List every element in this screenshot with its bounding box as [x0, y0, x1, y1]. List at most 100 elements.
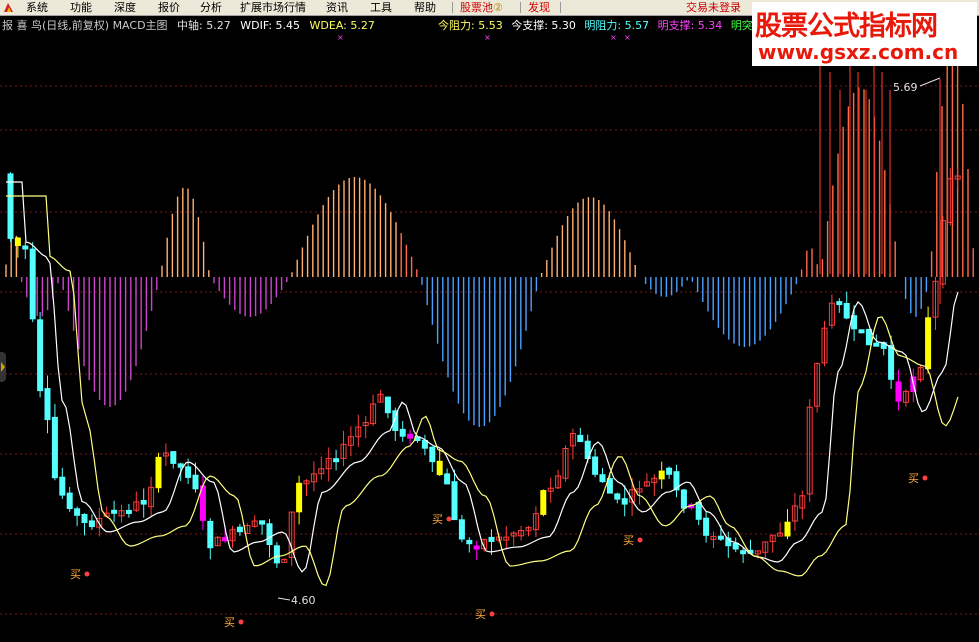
candle-body: [599, 474, 606, 483]
app-logo-icon: [4, 3, 13, 12]
candle-body: [29, 248, 36, 320]
candle-body: [858, 329, 865, 334]
menu-item[interactable]: 帮助: [414, 0, 436, 15]
menu-item[interactable]: 资讯: [326, 0, 348, 15]
candle-body: [296, 482, 303, 513]
menu-separator: [520, 2, 521, 13]
candle-body: [592, 456, 599, 475]
stock-title: 报 喜 鸟(日线,前复权) MACD主图: [2, 19, 168, 32]
ma-line-fast: [6, 181, 959, 573]
candle-body: [666, 467, 673, 475]
expand-panel-handle[interactable]: [0, 352, 6, 382]
candle-body: [44, 388, 51, 421]
candle-body: [473, 545, 480, 550]
candle-body: [407, 433, 414, 439]
zhongzhou-value: 中轴: 5.27: [177, 19, 231, 32]
signal-marker-icon: ×: [624, 34, 631, 42]
candle-body: [66, 492, 73, 510]
candle-body: [458, 519, 465, 540]
candle-body: [843, 303, 850, 319]
buy-signal-dot: [637, 537, 643, 543]
menu-item[interactable]: 分析: [200, 0, 222, 15]
candle-body: [14, 237, 21, 247]
wdif-value: WDIF: 5.45: [240, 19, 301, 32]
candle-body: [22, 245, 29, 250]
trade-login-status[interactable]: 交易未登录: [686, 0, 741, 15]
menu-item[interactable]: 工具: [370, 0, 392, 15]
candle-body: [177, 463, 184, 468]
watermark-url: www.gsxz.com.cn: [758, 40, 959, 64]
signal-marker-icon: ×: [337, 34, 344, 42]
candle-body: [614, 493, 621, 500]
candle-body: [444, 473, 451, 485]
low-price-label: 4.60: [291, 594, 316, 607]
candle-body: [155, 456, 162, 489]
candle-body: [333, 458, 340, 463]
candle-body: [451, 481, 458, 521]
candle-body: [873, 342, 880, 347]
wdea-value: WDEA: 5.27: [309, 19, 375, 32]
today-resistance: 今阻力: 5.53: [438, 19, 503, 32]
buy-signal-dot: [489, 611, 495, 617]
candle-body: [140, 500, 147, 505]
candle-body: [111, 509, 118, 514]
candle-body: [74, 508, 81, 516]
candle-body: [266, 523, 273, 545]
candle-body: [51, 416, 58, 479]
candle-body: [703, 517, 710, 536]
candle-body: [125, 509, 132, 514]
menu-item[interactable]: 深度: [114, 0, 136, 15]
candle-body: [888, 345, 895, 380]
stock-pool-count-badge: ②: [493, 1, 503, 14]
kline-chart[interactable]: 5.694.60买买买买买买× × × ×: [0, 34, 979, 642]
tomorrow-resistance: 明阻力: 5.57: [584, 19, 650, 32]
buy-signal-dot: [84, 571, 90, 577]
candle-body: [836, 301, 843, 306]
menu-item[interactable]: 功能: [70, 0, 92, 15]
candle-body: [865, 328, 872, 346]
buy-signal-label: 买: [432, 513, 443, 526]
discover-menu[interactable]: 发现: [528, 0, 550, 15]
menu-item[interactable]: 系统: [26, 0, 48, 15]
buy-signal-label: 买: [908, 472, 919, 485]
candle-body: [59, 476, 66, 496]
signal-marker-icon: ×: [610, 34, 617, 42]
watermark-title: 股票公式指标网: [755, 11, 938, 42]
buy-signal-label: 买: [623, 534, 634, 547]
candle-body: [399, 428, 406, 437]
candle-body: [732, 542, 739, 550]
high-price-label: 5.69: [893, 81, 918, 94]
menu-item[interactable]: 扩展市场行情: [240, 0, 306, 15]
candle-body: [717, 535, 724, 540]
support-resistance-bar: 今阻力: 5.53 今支撑: 5.30 明阻力: 5.57 明支撑: 5.34 …: [438, 18, 769, 34]
buy-signal-label: 买: [70, 568, 81, 581]
candle-body: [621, 498, 628, 505]
site-watermark: 股票公式指标网 www.gsxz.com.cn: [752, 2, 977, 66]
candle-body: [540, 490, 547, 515]
candle-body: [207, 520, 214, 549]
buy-signal-dot: [238, 619, 244, 625]
candle-body: [259, 520, 266, 525]
stock-pool-menu[interactable]: 股票池②: [460, 0, 503, 15]
high-price-arrow: [919, 77, 941, 87]
signal-marker-icon: ×: [484, 34, 491, 42]
candle-body: [273, 545, 280, 564]
candle-body: [81, 514, 88, 523]
candle-body: [680, 489, 687, 509]
candle-body: [436, 460, 443, 476]
candle-body: [658, 470, 665, 480]
candle-body: [170, 451, 177, 464]
candle-body: [577, 434, 584, 442]
ma-line-slow: [6, 195, 959, 587]
buy-signal-label: 买: [224, 616, 235, 629]
candle-body: [192, 474, 199, 490]
menu-item[interactable]: 报价: [158, 0, 180, 15]
today-support: 今支撑: 5.30: [511, 19, 576, 32]
candle-body: [740, 550, 747, 555]
buy-signal-label: 买: [475, 608, 486, 621]
indicator-info-bar: 报 喜 鸟(日线,前复权) MACD主图 中轴: 5.27 WDIF: 5.45…: [2, 18, 381, 34]
buy-signal-dot: [922, 475, 928, 481]
candle-body: [466, 539, 473, 545]
candle-body: [695, 501, 702, 520]
candle-body: [488, 536, 495, 542]
